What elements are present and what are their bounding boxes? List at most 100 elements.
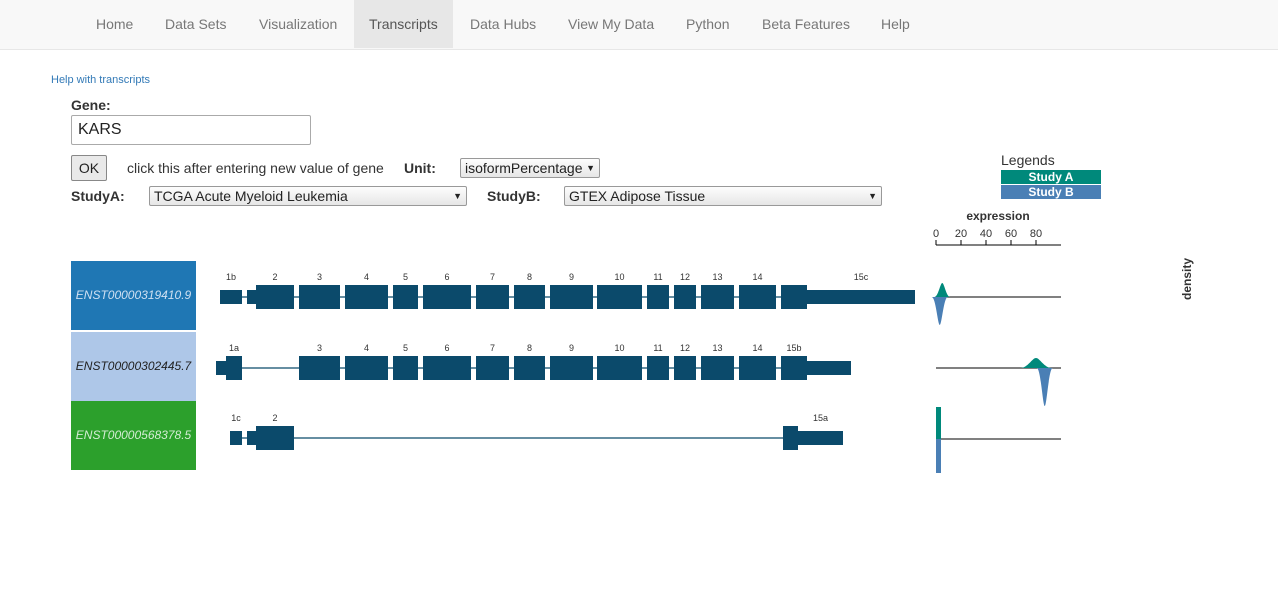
density-area [1020, 358, 1052, 368]
exon-label: 5 [403, 272, 408, 282]
exon-block [781, 356, 807, 380]
exon-block [423, 356, 471, 380]
nav-beta-features[interactable]: Beta Features [747, 0, 865, 48]
gene-label: Gene: [71, 97, 111, 113]
exon-label: 1c [231, 413, 241, 423]
exon-label: 5 [403, 343, 408, 353]
exon-label: 12 [680, 343, 690, 353]
nav-home[interactable]: Home [81, 0, 148, 48]
exon-label: 13 [712, 343, 722, 353]
x-tick-label: 80 [1030, 228, 1042, 240]
x-tick-label: 40 [980, 228, 992, 240]
studyA-label: StudyA: [71, 188, 125, 204]
exon-block [393, 356, 418, 380]
density-area [936, 407, 941, 439]
density-area [1036, 368, 1053, 406]
nav-help[interactable]: Help [866, 0, 925, 48]
studyB-select[interactable]: GTEX Adipose Tissue ▼ [564, 186, 882, 206]
nav-data-hubs[interactable]: Data Hubs [455, 0, 551, 48]
exon-label: 9 [569, 272, 574, 282]
nav-data-sets[interactable]: Data Sets [150, 0, 241, 48]
exon-label: 14 [752, 343, 762, 353]
unit-select-value: isoformPercentage [465, 160, 583, 176]
exon-label: 7 [490, 272, 495, 282]
exon-block [647, 356, 669, 380]
exon-label: 10 [614, 343, 624, 353]
exon-label: 3 [317, 343, 322, 353]
exon-label: 13 [712, 272, 722, 282]
exon-block [701, 356, 734, 380]
unit-select[interactable]: isoformPercentage ▼ [460, 158, 600, 178]
exon-block [781, 285, 807, 309]
exon-block [514, 285, 545, 309]
ok-button[interactable]: OK [71, 155, 107, 181]
studyB-label: StudyB: [487, 188, 541, 204]
unit-label: Unit: [404, 160, 436, 176]
studyA-select-value: TCGA Acute Myeloid Leukemia [154, 188, 348, 204]
transcript-structures: 1b 2 3 4 5 6 7 8 9 10 11 12 13 14 15c 1a 3 4 5 6 7 8 9 10 11 12 13… [216, 272, 915, 450]
exon-block [393, 285, 418, 309]
exon-block [226, 356, 242, 380]
help-transcripts-link[interactable]: Help with transcripts [51, 74, 150, 86]
ok-hint-text: click this after entering new value of g… [127, 160, 384, 176]
exon-block [807, 290, 915, 304]
exon-block [299, 285, 340, 309]
exon-label: 4 [364, 272, 369, 282]
exon-block [256, 285, 294, 309]
exon-block [476, 285, 509, 309]
transcript-label[interactable]: ENST00000302445.7 [71, 332, 196, 401]
top-navbar: Home Data Sets Visualization Transcripts… [0, 0, 1278, 50]
chart-title: expression [966, 209, 1029, 223]
nav-visualization[interactable]: Visualization [244, 0, 352, 48]
exon-label: 15a [813, 413, 828, 423]
exon-label: 9 [569, 343, 574, 353]
exon-block [220, 290, 242, 304]
x-tick-label: 20 [955, 228, 967, 240]
exon-label: 6 [444, 343, 449, 353]
exon-block [550, 285, 593, 309]
exon-block [230, 431, 242, 445]
legend-study-b: Study B [1001, 185, 1101, 199]
exon-label: 2 [272, 272, 277, 282]
exon-label: 1b [226, 272, 236, 282]
exon-block [299, 356, 340, 380]
transcript-label[interactable]: ENST00000319410.9 [71, 261, 196, 330]
expression-density-chart: expression 0 20 40 60 80 [931, 209, 1061, 473]
nav-python[interactable]: Python [671, 0, 745, 48]
studyA-select[interactable]: TCGA Acute Myeloid Leukemia ▼ [149, 186, 467, 206]
exon-label: 2 [272, 413, 277, 423]
nav-transcripts[interactable]: Transcripts [354, 0, 453, 48]
dropdown-arrow-icon: ▼ [868, 191, 877, 201]
exon-block [256, 426, 294, 450]
exon-block [345, 356, 388, 380]
x-tick-label: 0 [933, 228, 939, 240]
exon-label: 12 [680, 272, 690, 282]
exon-label: 14 [752, 272, 762, 282]
studyB-select-value: GTEX Adipose Tissue [569, 188, 706, 204]
exon-block [674, 285, 696, 309]
exon-block [345, 285, 388, 309]
density-area [936, 439, 941, 473]
exon-label: 4 [364, 343, 369, 353]
exon-label: 1a [229, 343, 239, 353]
transcript-label[interactable]: ENST00000568378.5 [71, 401, 196, 470]
exon-label: 8 [527, 272, 532, 282]
dropdown-arrow-icon: ▼ [586, 163, 595, 173]
gene-input[interactable] [71, 115, 311, 145]
legend-study-a: Study A [1001, 170, 1101, 184]
exon-block [798, 431, 843, 445]
exon-label: 3 [317, 272, 322, 282]
density-area [931, 297, 948, 325]
exon-block [423, 285, 471, 309]
dropdown-arrow-icon: ▼ [453, 191, 462, 201]
exon-block [597, 356, 642, 380]
density-axis-label: density [1180, 257, 1194, 300]
exon-block [597, 285, 642, 309]
exon-label: 10 [614, 272, 624, 282]
exon-block [247, 290, 256, 304]
exon-block [739, 285, 776, 309]
exon-label: 15b [786, 343, 801, 353]
exon-block [674, 356, 696, 380]
nav-view-my-data[interactable]: View My Data [553, 0, 669, 48]
exon-label: 6 [444, 272, 449, 282]
